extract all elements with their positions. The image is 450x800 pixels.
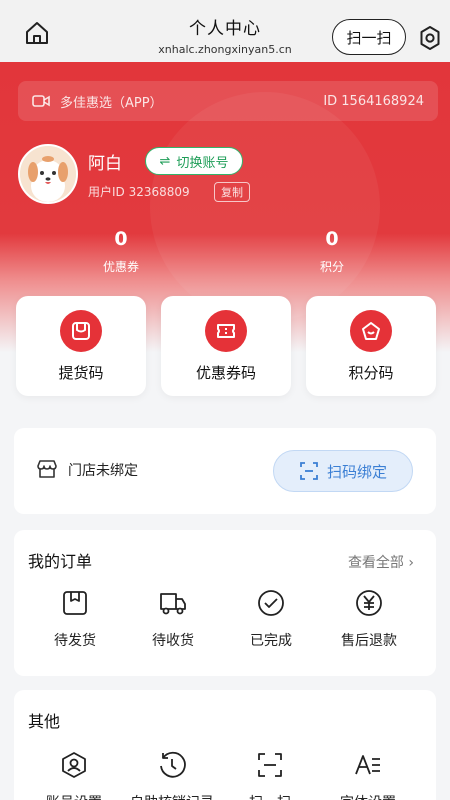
scan-icon	[258, 753, 282, 777]
coupon-count: 0	[114, 228, 128, 250]
store-binding-card: 门店未绑定 扫码绑定	[14, 428, 436, 514]
package-icon	[63, 591, 87, 615]
order-completed[interactable]: 已完成	[226, 588, 316, 650]
history-icon	[160, 751, 186, 778]
scan-bind-button[interactable]: 扫码绑定	[273, 450, 413, 492]
order-refund[interactable]: 售后退款	[324, 588, 414, 650]
points-count: 0	[325, 228, 339, 250]
order-pending-receive-label: 待收货	[152, 633, 194, 649]
pickup-code-card[interactable]: 提货码	[16, 296, 146, 396]
order-pending-ship-label: 待发货	[54, 633, 96, 649]
gear-icon[interactable]	[417, 25, 443, 51]
others-scan[interactable]: 扫一扫	[222, 750, 318, 800]
orders-title: 我的订单	[28, 552, 93, 571]
app-id: ID 1564168924	[323, 93, 424, 109]
self-verify-records[interactable]: 自助核销记录	[124, 750, 220, 800]
scan-icon	[300, 462, 318, 480]
font-settings-label: 字体设置	[340, 792, 396, 800]
store-icon	[37, 460, 57, 478]
check-circle-icon	[258, 590, 284, 616]
orders-card: 我的订单 查看全部 › 待发货 待收货 已完成 售后退款	[14, 530, 436, 676]
order-pending-ship[interactable]: 待发货	[30, 588, 120, 650]
tag-icon	[350, 310, 392, 352]
stat-points[interactable]: 0 积分	[292, 228, 372, 275]
user-id: 用户ID 32368809	[88, 185, 190, 199]
view-all-orders-link[interactable]: 查看全部 ›	[348, 552, 414, 572]
user-shield-icon	[62, 752, 86, 778]
self-verify-records-label: 自助核销记录	[130, 792, 214, 800]
hero-decoration	[150, 92, 380, 322]
scan-bind-label: 扫码绑定	[326, 462, 387, 481]
order-completed-label: 已完成	[250, 633, 292, 649]
scan-button[interactable]: 扫一扫	[332, 19, 406, 55]
others-title: 其他	[28, 712, 61, 731]
pickup-code-label: 提货码	[58, 364, 104, 382]
user-name: 阿白	[88, 154, 122, 174]
app-source-bar[interactable]: 多佳惠选（APP） ID 1564168924	[18, 81, 438, 121]
order-pending-receive[interactable]: 待收货	[128, 588, 218, 650]
switch-account-button[interactable]: ⇌ 切换账号	[145, 147, 243, 175]
app-source-label: 多佳惠选（APP）	[60, 95, 163, 111]
ticket-icon	[205, 310, 247, 352]
others-card: 其他 账号设置 自助核销记录 扫一扫 字体设置	[14, 690, 436, 800]
swap-icon: ⇌	[159, 153, 171, 169]
order-refund-label: 售后退款	[341, 633, 397, 649]
points-code-label: 积分码	[348, 364, 394, 382]
points-code-card[interactable]: 积分码	[306, 296, 436, 396]
account-settings-label: 账号设置	[46, 792, 102, 800]
account-settings[interactable]: 账号设置	[26, 750, 122, 800]
video-icon	[32, 95, 50, 107]
copy-button[interactable]: 复制	[214, 182, 250, 202]
others-scan-label: 扫一扫	[249, 792, 291, 800]
font-settings[interactable]: 字体设置	[320, 750, 416, 800]
yuan-circle-icon	[356, 590, 382, 616]
bag-icon	[60, 310, 102, 352]
switch-account-label: 切换账号	[176, 155, 229, 171]
coupon-label: 优惠券	[102, 260, 139, 274]
points-label: 积分	[319, 260, 344, 274]
font-icon	[355, 755, 380, 775]
stat-coupons[interactable]: 0 优惠券	[81, 228, 161, 275]
top-bar: 个人中心 xnhalc.zhongxinyan5.cn 扫一扫	[0, 0, 450, 62]
coupon-code-card[interactable]: 优惠券码	[161, 296, 291, 396]
coupon-code-label: 优惠券码	[195, 364, 256, 382]
avatar[interactable]	[18, 144, 78, 204]
truck-icon	[160, 593, 186, 615]
store-status: 门店未绑定	[68, 463, 138, 479]
